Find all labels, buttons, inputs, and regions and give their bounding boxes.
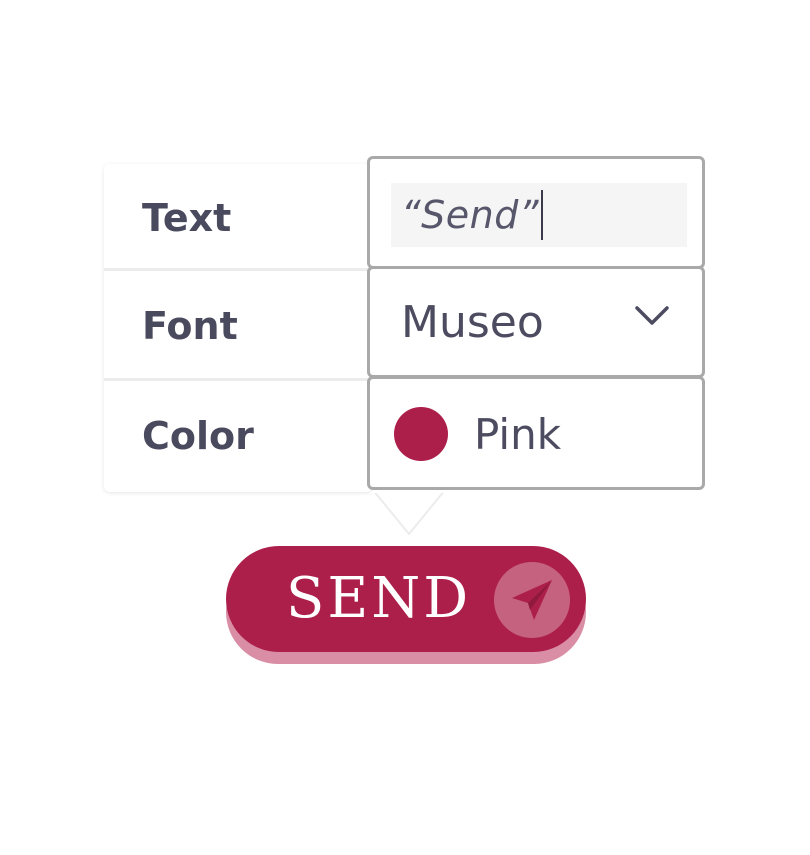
color-swatch: [394, 407, 448, 461]
text-caret: [541, 190, 544, 240]
stage: Text Font Color “Send” Museo Pink SEND: [0, 0, 810, 855]
property-panel: Text Font Color “Send” Museo Pink: [104, 156, 708, 492]
property-labels: Text Font Color: [104, 164, 372, 492]
font-dropdown[interactable]: Museo: [370, 269, 702, 375]
color-dropdown-value: Pink: [474, 410, 562, 459]
send-button[interactable]: SEND: [226, 546, 586, 664]
label-divider: [104, 378, 372, 381]
text-property-label: Text: [142, 196, 232, 240]
paper-plane-icon: [512, 580, 552, 620]
chevron-down-icon: [635, 306, 669, 325]
text-input[interactable]: “Send”: [391, 183, 687, 247]
callout-pointer: [373, 490, 445, 535]
text-input-value: “Send”: [401, 193, 540, 237]
font-property-label: Font: [142, 304, 238, 348]
color-property-cell: Pink: [367, 376, 705, 490]
font-dropdown-value: Museo: [401, 296, 544, 348]
label-divider: [104, 268, 372, 271]
text-property-cell: “Send”: [367, 156, 705, 269]
send-icon-badge: [494, 562, 570, 638]
send-button-face: SEND: [226, 546, 586, 652]
property-values: “Send” Museo Pink: [367, 156, 705, 490]
font-property-cell: Museo: [367, 266, 705, 378]
color-property-label: Color: [142, 414, 254, 458]
send-button-label: SEND: [286, 566, 472, 631]
color-dropdown[interactable]: Pink: [370, 379, 702, 487]
